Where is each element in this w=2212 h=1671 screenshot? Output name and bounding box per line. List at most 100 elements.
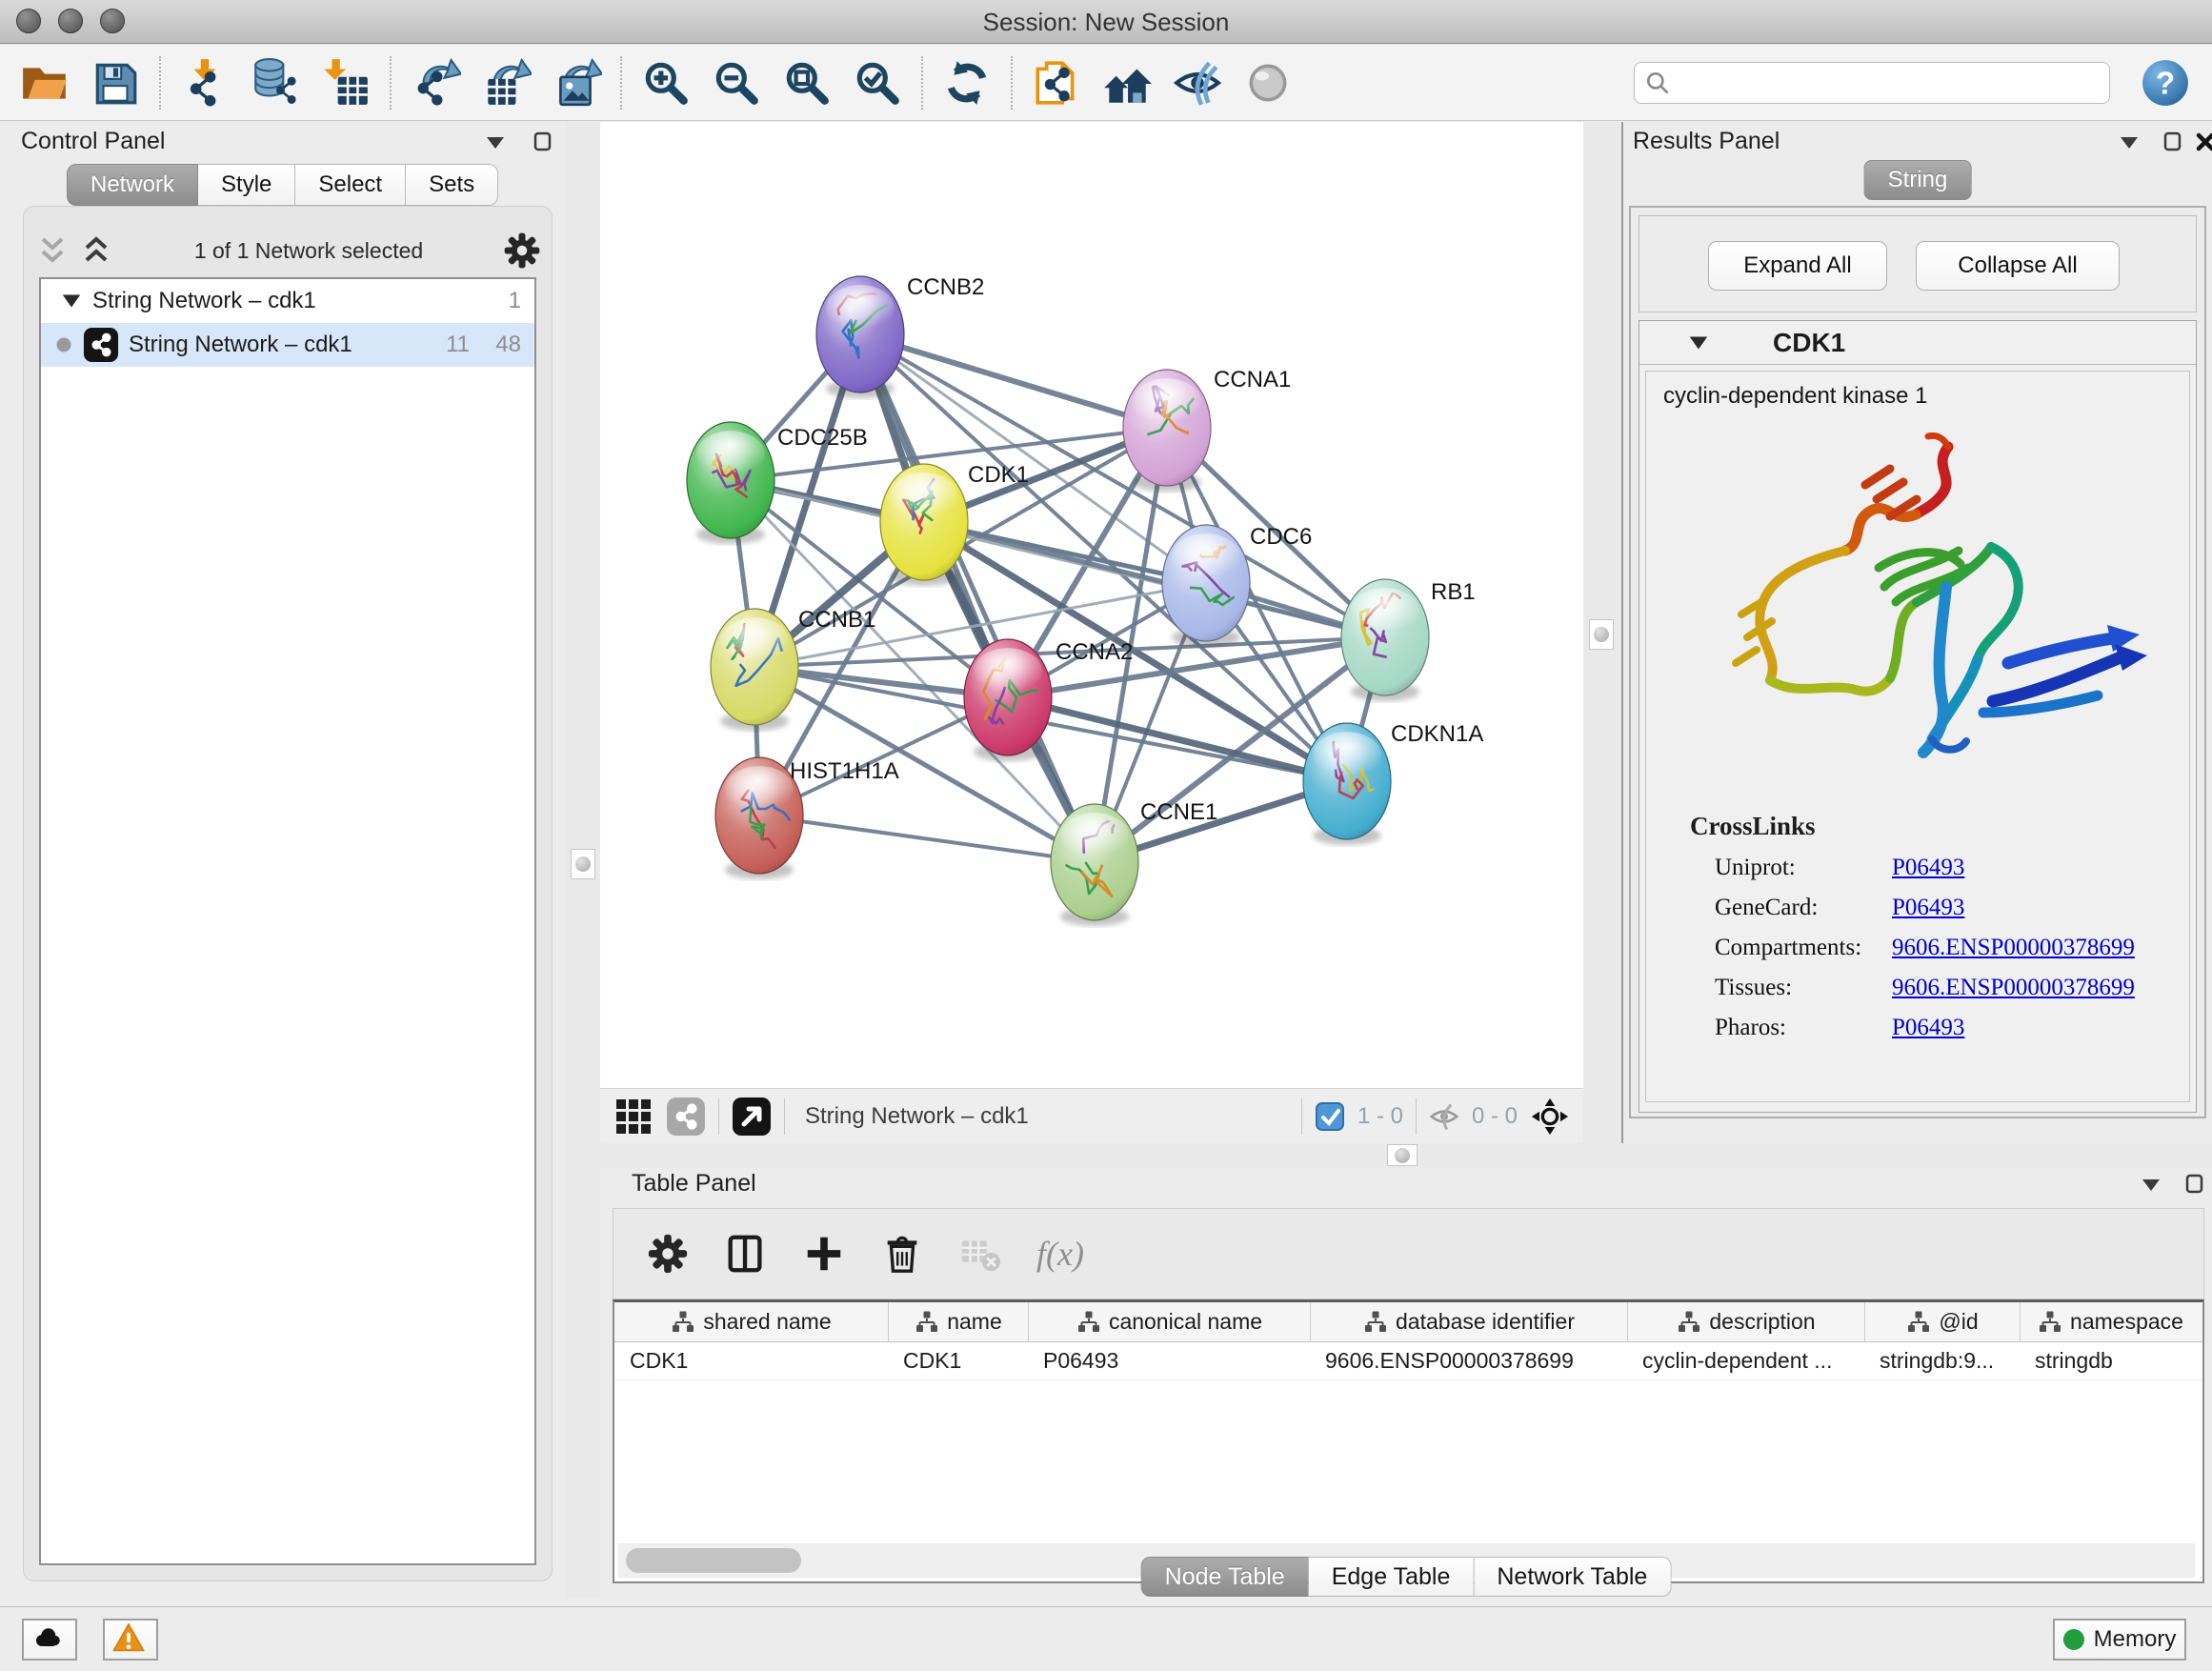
- splitter-grip[interactable]: [1589, 619, 1614, 650]
- import-network-from-database-button[interactable]: [244, 51, 307, 114]
- grid-icon[interactable]: [613, 1097, 654, 1137]
- tab-string[interactable]: String: [1864, 160, 1972, 200]
- network-canvas[interactable]: CCNB2CCNA1CDC25BCDK1CDC6RB1CCNB1CCNA2CDK…: [600, 122, 1583, 1088]
- delete-columns-icon[interactable]: [880, 1232, 924, 1276]
- tab-network[interactable]: Network: [67, 164, 198, 206]
- network-node-CCNA1[interactable]: CCNA1: [1123, 367, 1291, 492]
- network-node-CCNB2[interactable]: CCNB2: [816, 274, 984, 398]
- memory-button[interactable]: Memory: [2053, 1619, 2186, 1661]
- tree-expander-icon[interactable]: [60, 291, 83, 312]
- zoom-in-button[interactable]: [634, 51, 697, 114]
- panel-menu-icon[interactable]: [2116, 129, 2142, 155]
- export-table-button[interactable]: [474, 51, 537, 114]
- selected-checkbox-icon[interactable]: [1315, 1101, 1345, 1132]
- table-cell[interactable]: CDK1: [614, 1342, 888, 1379]
- column-header-name[interactable]: name: [888, 1302, 1028, 1341]
- crosslink-link[interactable]: P06493: [1892, 895, 1964, 921]
- vertical-splitter-left[interactable]: [566, 122, 600, 1599]
- column-header-shared-name[interactable]: shared name: [614, 1302, 888, 1341]
- column-header-database-identifier[interactable]: database identifier: [1310, 1302, 1627, 1341]
- network-node-CDKN1A[interactable]: CDKN1A: [1303, 721, 1483, 845]
- collapse-all-button[interactable]: Collapse All: [1916, 241, 2120, 291]
- crosslink-link[interactable]: P06493: [1892, 855, 1964, 881]
- table-row[interactable]: CDK1CDK1P064939606.ENSP00000378699cyclin…: [614, 1342, 2202, 1380]
- gear-icon[interactable]: [502, 231, 542, 271]
- gene-section-header[interactable]: CDK1: [1639, 321, 2196, 365]
- collapse-all-networks-icon[interactable]: [33, 233, 71, 268]
- zoom-out-button[interactable]: [705, 51, 768, 114]
- expand-all-networks-icon[interactable]: [77, 233, 115, 268]
- import-network-from-file-button[interactable]: [173, 51, 236, 114]
- scrollbar-thumb[interactable]: [626, 1548, 801, 1573]
- zoom-selected-button[interactable]: [846, 51, 909, 114]
- warnings-button[interactable]: [103, 1619, 158, 1661]
- table-cell[interactable]: CDK1: [888, 1342, 1028, 1379]
- share-icon[interactable]: [666, 1097, 706, 1137]
- table-settings-gear-icon[interactable]: [646, 1232, 690, 1276]
- network-node-CCNB1[interactable]: CCNB1: [711, 607, 875, 731]
- export-image-button[interactable]: [545, 51, 608, 114]
- crosslink-link[interactable]: 9606.ENSP00000378699: [1892, 975, 2135, 1001]
- export-network-button[interactable]: [404, 51, 467, 114]
- network-edge-HIST1H1A-CCNE1[interactable]: [759, 815, 1095, 862]
- tab-select[interactable]: Select: [295, 164, 406, 206]
- close-window-traffic-light[interactable]: [16, 9, 41, 33]
- network-edge-CDK1-RB1[interactable]: [924, 522, 1385, 637]
- panel-float-icon[interactable]: [2182, 1171, 2208, 1198]
- table-cell[interactable]: stringdb:9...: [1864, 1342, 2020, 1379]
- column-header--id[interactable]: @id: [1864, 1302, 2020, 1341]
- add-column-icon[interactable]: [802, 1232, 846, 1276]
- minimize-window-traffic-light[interactable]: [58, 9, 83, 33]
- tab-style[interactable]: Style: [198, 164, 295, 206]
- tab-sets[interactable]: Sets: [406, 164, 498, 206]
- network-edge-CCNB2-CCNA1[interactable]: [860, 334, 1167, 428]
- table-cell[interactable]: stringdb: [2020, 1342, 2201, 1379]
- tab-network-table[interactable]: Network Table: [1474, 1557, 1671, 1597]
- column-header-canonical-name[interactable]: canonical name: [1028, 1302, 1310, 1341]
- section-expander-icon[interactable]: [1687, 332, 1710, 353]
- panel-float-icon[interactable]: [2160, 129, 2186, 155]
- column-header-namespace[interactable]: namespace: [2020, 1302, 2201, 1341]
- panel-float-icon[interactable]: [530, 129, 556, 155]
- zoom-fit-button[interactable]: [775, 51, 838, 114]
- network-node-HIST1H1A[interactable]: HIST1H1A: [715, 757, 899, 879]
- table-cell[interactable]: P06493: [1028, 1342, 1310, 1379]
- show-all-button[interactable]: [1237, 51, 1299, 114]
- vertical-splitter-right[interactable]: [1583, 122, 1623, 1143]
- zoom-window-traffic-light[interactable]: [100, 9, 125, 33]
- panel-menu-icon[interactable]: [2138, 1171, 2164, 1198]
- panel-close-icon[interactable]: [2192, 129, 2212, 155]
- search-input[interactable]: [1677, 70, 2100, 96]
- birdseye-view-icon[interactable]: [732, 1097, 772, 1137]
- home-button[interactable]: [1096, 51, 1158, 114]
- save-session-button[interactable]: [84, 51, 147, 114]
- network-tree-child-row[interactable]: String Network – cdk1 11 48: [41, 323, 534, 367]
- copy-network-button[interactable]: [1025, 51, 1088, 114]
- apply-layout-button[interactable]: [935, 51, 998, 114]
- expand-all-button[interactable]: Expand All: [1708, 241, 1887, 291]
- fit-selected-crosshair-icon[interactable]: [1530, 1097, 1570, 1137]
- panel-menu-icon[interactable]: [482, 129, 509, 155]
- splitter-grip[interactable]: [1387, 1144, 1418, 1166]
- network-graph[interactable]: CCNB2CCNA1CDC25BCDK1CDC6RB1CCNB1CCNA2CDK…: [600, 122, 1583, 1088]
- crosslink-link[interactable]: 9606.ENSP00000378699: [1892, 935, 2135, 961]
- network-node-CCNA2[interactable]: CCNA2: [964, 639, 1133, 761]
- hide-unselected-button[interactable]: [1166, 51, 1229, 114]
- crosslink-link[interactable]: P06493: [1892, 1015, 1964, 1041]
- search-box[interactable]: [1634, 62, 2110, 104]
- select-columns-icon[interactable]: [724, 1232, 768, 1276]
- import-table-from-file-button[interactable]: [314, 51, 377, 114]
- cloud-status-button[interactable]: [22, 1619, 77, 1661]
- tab-node-table[interactable]: Node Table: [1141, 1557, 1309, 1597]
- network-tree-root-row[interactable]: String Network – cdk1 1: [41, 279, 534, 323]
- table-cell[interactable]: 9606.ENSP00000378699: [1310, 1342, 1627, 1379]
- tab-edge-table[interactable]: Edge Table: [1309, 1557, 1475, 1597]
- network-node-CDC25B[interactable]: CDC25B: [687, 422, 868, 544]
- table-cell[interactable]: cyclin-dependent ...: [1627, 1342, 1864, 1379]
- help-button[interactable]: ?: [2140, 57, 2191, 109]
- open-session-button[interactable]: [13, 51, 76, 114]
- network-node-RB1[interactable]: RB1: [1341, 579, 1476, 701]
- network-node-CCNE1[interactable]: CCNE1: [1051, 799, 1217, 926]
- splitter-grip[interactable]: [571, 849, 595, 879]
- column-header-description[interactable]: description: [1627, 1302, 1864, 1341]
